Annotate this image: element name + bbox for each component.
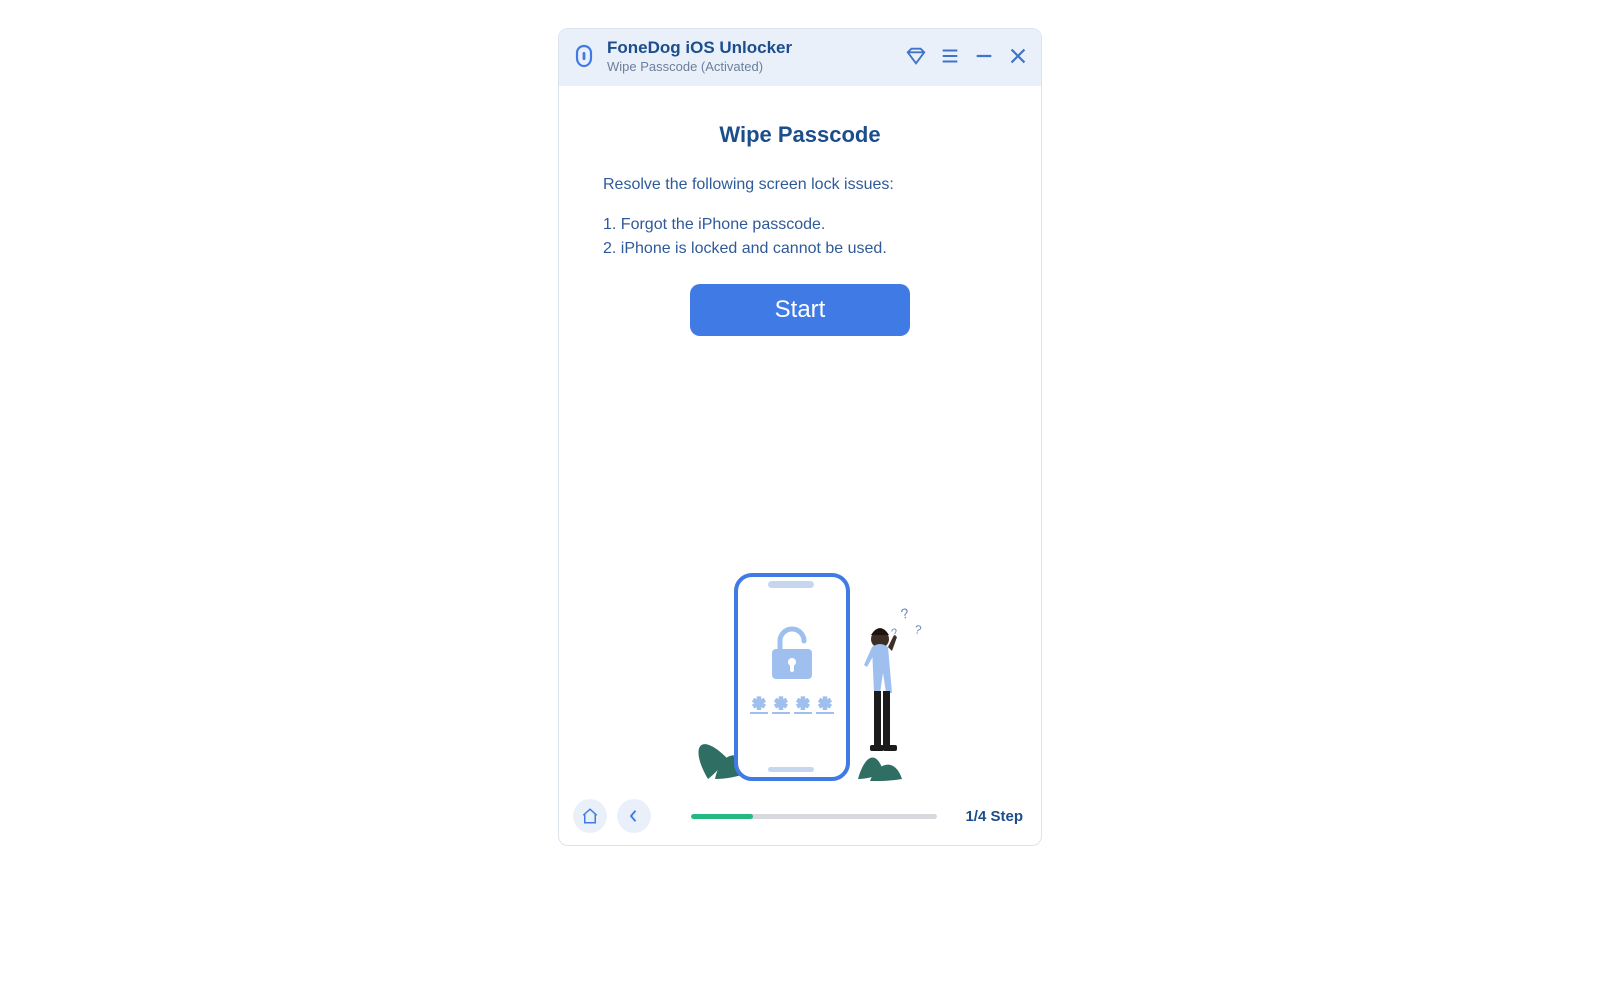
titlebar-left: FoneDog iOS Unlocker Wipe Passcode (Acti… (571, 37, 792, 76)
diamond-icon[interactable] (905, 45, 927, 67)
svg-text:✱: ✱ (818, 696, 831, 713)
illustration: ✱ ✱ ✱ ✱ (559, 559, 1041, 789)
issue-item: 1. Forgot the iPhone passcode. (603, 216, 997, 234)
svg-text:✱: ✱ (796, 696, 809, 713)
close-icon[interactable] (1007, 45, 1029, 67)
svg-text:?: ? (890, 626, 900, 639)
svg-text:✱: ✱ (774, 696, 787, 713)
app-logo-icon (571, 43, 597, 69)
app-window: FoneDog iOS Unlocker Wipe Passcode (Acti… (558, 28, 1042, 846)
page-title: Wipe Passcode (603, 122, 997, 148)
progress-bar (691, 814, 937, 819)
minimize-icon[interactable] (973, 45, 995, 67)
start-button[interactable]: Start (690, 284, 910, 336)
back-button[interactable] (617, 799, 651, 833)
app-title: FoneDog iOS Unlocker (607, 37, 792, 58)
main-content: Wipe Passcode Resolve the following scre… (559, 86, 1041, 790)
step-label: 1/4 Step (965, 808, 1023, 825)
progress-fill (691, 814, 753, 819)
home-button[interactable] (573, 799, 607, 833)
titlebar: FoneDog iOS Unlocker Wipe Passcode (Acti… (559, 29, 1041, 86)
app-subtitle: Wipe Passcode (Activated) (607, 59, 792, 75)
footer: 1/4 Step (559, 789, 1041, 845)
svg-text:?: ? (913, 622, 922, 637)
titlebar-controls (905, 45, 1029, 67)
issue-item: 2. iPhone is locked and cannot be used. (603, 240, 997, 258)
svg-text:✱: ✱ (752, 696, 765, 713)
lead-text: Resolve the following screen lock issues… (603, 176, 997, 194)
menu-icon[interactable] (939, 45, 961, 67)
svg-text:?: ? (899, 605, 910, 622)
